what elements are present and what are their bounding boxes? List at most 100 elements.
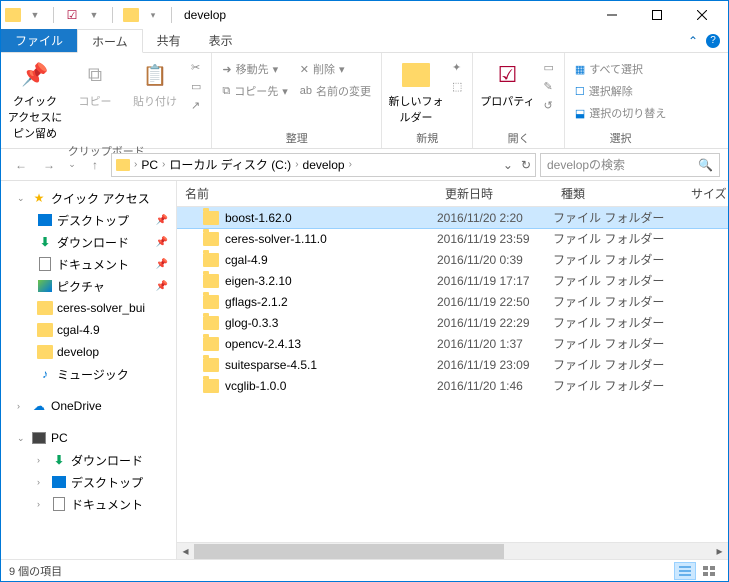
copy-to-button[interactable]: ⧉コピー先▾ (218, 81, 291, 101)
chevron-right-icon[interactable]: › (349, 159, 352, 170)
column-type[interactable]: 種類 (553, 185, 683, 202)
tree-pc-downloads[interactable]: ›⬇ダウンロード (1, 449, 176, 471)
tree-onedrive[interactable]: ›☁OneDrive (1, 395, 176, 417)
pc-icon (31, 430, 47, 446)
column-name[interactable]: 名前 (177, 185, 437, 202)
recent-locations-button[interactable]: ⌄ (65, 153, 79, 177)
paste-button[interactable]: 📋 貼り付け (127, 55, 183, 109)
paste-shortcut-button[interactable]: ↗ (187, 97, 205, 114)
file-row[interactable]: eigen-3.2.102016/11/19 17:17ファイル フォルダー (177, 270, 728, 291)
tree-pc[interactable]: ⌄PC (1, 427, 176, 449)
breadcrumb[interactable]: PC (141, 158, 158, 172)
expand-icon[interactable]: › (37, 455, 47, 465)
tree-folder-ceres[interactable]: ceres-solver_bui (1, 297, 176, 319)
up-button[interactable]: ↑ (83, 153, 107, 177)
qat-dropdown-icon[interactable]: ▼ (27, 7, 43, 23)
tree-music[interactable]: ♪ミュージック (1, 363, 176, 385)
ribbon-collapse-icon[interactable]: ⌃ (688, 34, 698, 48)
new-folder-button[interactable]: 新しいフォルダー (388, 55, 444, 125)
pin-quick-access-button[interactable]: 📌 クイック アクセスにピン留め (7, 55, 63, 141)
expand-icon[interactable]: › (17, 401, 27, 411)
minimize-button[interactable] (589, 1, 634, 29)
search-input[interactable]: developの検索 🔍 (540, 153, 720, 177)
file-name: eigen-3.2.10 (225, 274, 292, 288)
collapse-icon[interactable]: ⌄ (17, 433, 27, 444)
easy-access-button[interactable]: ⬚ (448, 78, 466, 95)
chevron-down-icon: ▾ (282, 85, 288, 98)
address-bar[interactable]: › PC › ローカル ディスク (C:) › develop › ⌄ ↻ (111, 153, 536, 177)
delete-icon: ✕ (300, 63, 309, 76)
tree-pictures[interactable]: ピクチャ📌 (1, 275, 176, 297)
properties-button[interactable]: ☑ プロパティ (479, 55, 535, 109)
file-name: opencv-2.4.13 (225, 337, 301, 351)
details-view-button[interactable] (674, 562, 696, 580)
forward-button[interactable]: → (37, 153, 61, 177)
rename-button[interactable]: ab名前の変更 (296, 81, 375, 101)
file-row[interactable]: gflags-2.1.22016/11/19 22:50ファイル フォルダー (177, 291, 728, 312)
properties-icon[interactable]: ☑ (64, 7, 80, 23)
refresh-icon[interactable]: ↻ (521, 158, 531, 172)
tree-downloads[interactable]: ⬇ダウンロード📌 (1, 231, 176, 253)
scroll-thumb[interactable] (194, 544, 504, 559)
tab-share[interactable]: 共有 (143, 29, 195, 52)
file-row[interactable]: boost-1.62.02016/11/20 2:20ファイル フォルダー (177, 207, 728, 228)
window-controls (589, 1, 724, 29)
tab-file[interactable]: ファイル (1, 29, 77, 52)
expand-icon[interactable]: › (37, 499, 47, 509)
chevron-right-icon[interactable]: › (295, 159, 298, 170)
qat-customize-icon[interactable]: ▾ (145, 7, 161, 23)
tree-pc-documents[interactable]: ›ドキュメント (1, 493, 176, 515)
paste-icon: 📋 (139, 59, 171, 91)
back-button[interactable]: ← (9, 153, 33, 177)
file-row[interactable]: opencv-2.4.132016/11/20 1:37ファイル フォルダー (177, 333, 728, 354)
collapse-icon[interactable]: ⌄ (17, 193, 27, 204)
scroll-left-icon[interactable]: ◂ (177, 543, 194, 560)
chevron-right-icon[interactable]: › (162, 159, 165, 170)
column-size[interactable]: サイズ (683, 185, 728, 202)
new-item-button[interactable]: ✦ (448, 59, 466, 76)
select-none-icon: ☐ (575, 85, 585, 98)
document-icon (51, 496, 67, 512)
pin-icon: 📌 (19, 59, 51, 91)
thumbnails-view-button[interactable] (698, 562, 720, 580)
invert-selection-button[interactable]: ⬓選択の切り替え (571, 103, 670, 123)
history-button[interactable]: ↺ (539, 97, 557, 114)
dropdown-icon[interactable]: ⌄ (503, 158, 513, 172)
close-button[interactable] (679, 1, 724, 29)
tree-quick-access[interactable]: ⌄ ★ クイック アクセス (1, 187, 176, 209)
tree-desktop[interactable]: デスクトップ📌 (1, 209, 176, 231)
file-row[interactable]: cgal-4.92016/11/20 0:39ファイル フォルダー (177, 249, 728, 270)
tree-folder-develop[interactable]: develop (1, 341, 176, 363)
file-row[interactable]: ceres-solver-1.11.02016/11/19 23:59ファイル … (177, 228, 728, 249)
help-icon[interactable]: ? (706, 34, 720, 48)
copy-path-button[interactable]: ▭ (187, 78, 205, 95)
delete-button[interactable]: ✕削除▾ (296, 59, 375, 79)
tab-home[interactable]: ホーム (77, 29, 143, 53)
move-to-button[interactable]: ➜移動先▾ (218, 59, 291, 79)
column-date[interactable]: 更新日時 (437, 185, 553, 202)
scroll-right-icon[interactable]: ▸ (711, 543, 728, 560)
star-icon: ★ (31, 190, 47, 206)
maximize-button[interactable] (634, 1, 679, 29)
folder-icon (203, 211, 219, 225)
qat-dropdown-icon[interactable]: ▼ (86, 7, 102, 23)
expand-icon[interactable]: › (37, 477, 47, 487)
horizontal-scrollbar[interactable]: ◂ ▸ (177, 542, 728, 559)
tree-pc-desktop[interactable]: ›デスクトップ (1, 471, 176, 493)
select-none-button[interactable]: ☐選択解除 (571, 81, 670, 101)
open-button[interactable]: ▭ (539, 59, 557, 76)
file-list[interactable]: boost-1.62.02016/11/20 2:20ファイル フォルダーcer… (177, 207, 728, 542)
tree-documents[interactable]: ドキュメント📌 (1, 253, 176, 275)
edit-button[interactable]: ✎ (539, 78, 557, 95)
tree-folder-cgal[interactable]: cgal-4.9 (1, 319, 176, 341)
breadcrumb[interactable]: ローカル ディスク (C:) (169, 156, 291, 173)
tab-view[interactable]: 表示 (195, 29, 247, 52)
cut-button[interactable]: ✂ (187, 59, 205, 76)
file-row[interactable]: glog-0.3.32016/11/19 22:29ファイル フォルダー (177, 312, 728, 333)
select-all-button[interactable]: ▦すべて選択 (571, 59, 670, 79)
file-row[interactable]: suitesparse-4.5.12016/11/19 23:09ファイル フォ… (177, 354, 728, 375)
breadcrumb[interactable]: develop (303, 158, 345, 172)
chevron-right-icon[interactable]: › (134, 159, 137, 170)
file-row[interactable]: vcglib-1.0.02016/11/20 1:46ファイル フォルダー (177, 375, 728, 396)
copy-button[interactable]: ⧉ コピー (67, 55, 123, 109)
